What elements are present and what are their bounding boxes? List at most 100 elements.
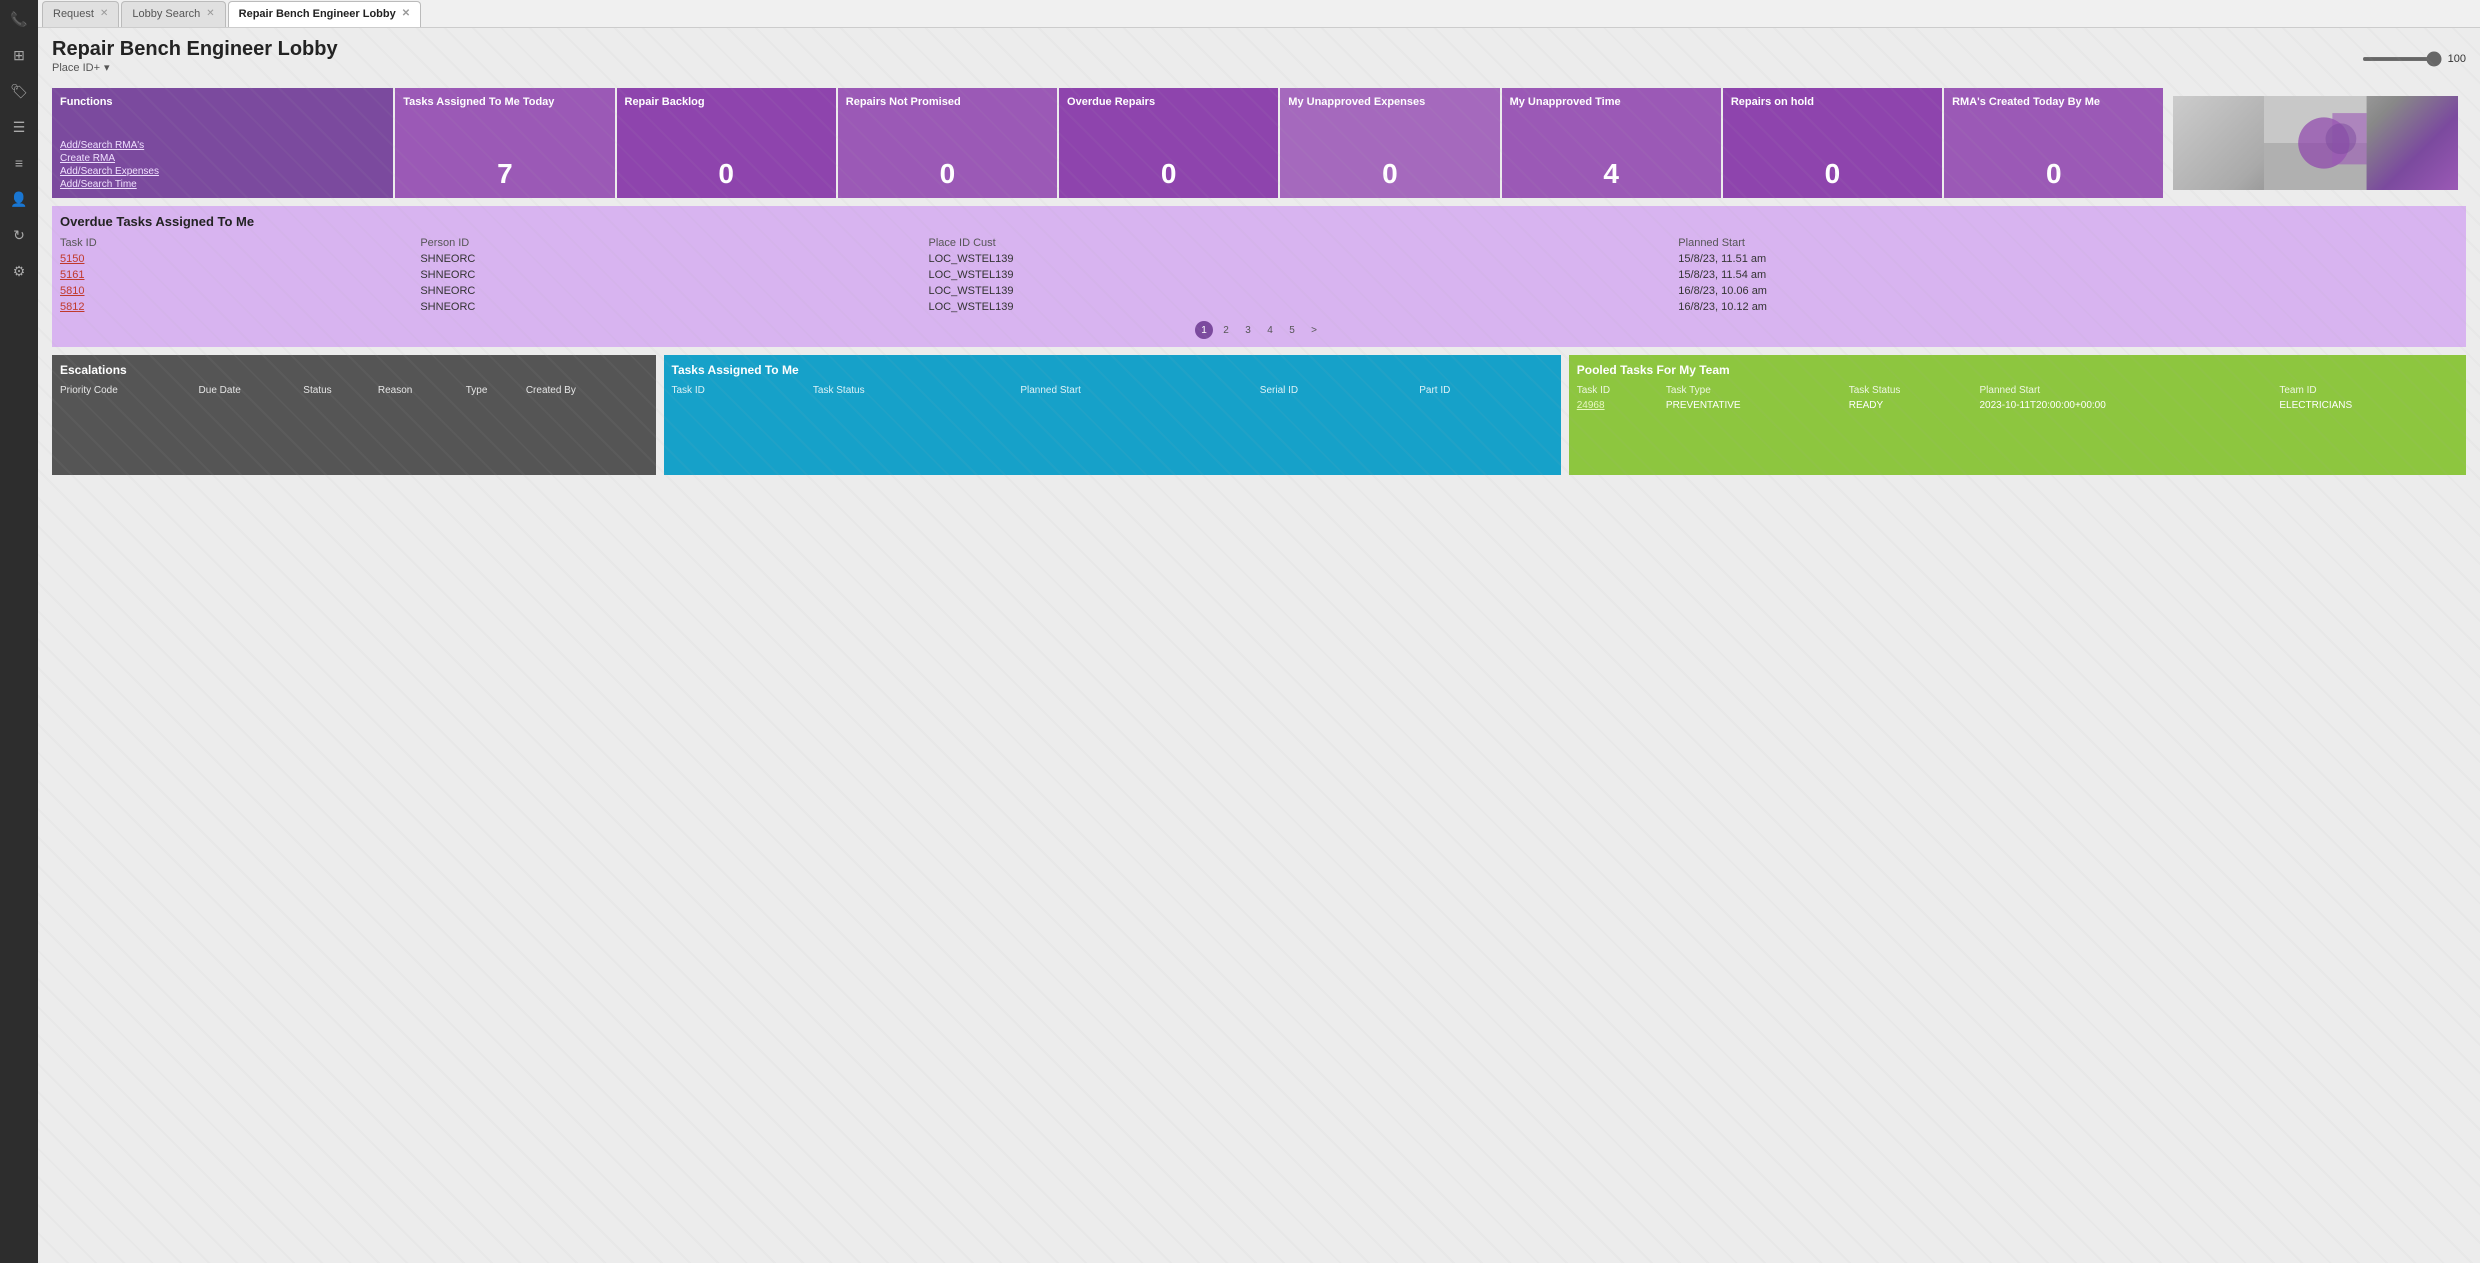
col-planned-start: Planned Start	[1678, 235, 2458, 251]
card-overdue-repairs-value: 0	[1067, 158, 1270, 190]
escalations-title: Escalations	[60, 363, 648, 377]
refresh-icon[interactable]: ↻	[8, 224, 30, 246]
card-unapproved-expenses[interactable]: My Unapproved Expenses 0	[1280, 88, 1499, 198]
place-id-cell: LOC_WSTEL139	[928, 267, 1678, 283]
card-image	[2165, 88, 2466, 198]
ta-col-status: Task Status	[813, 383, 1020, 398]
page-header: Repair Bench Engineer Lobby Place ID+ ▾ …	[52, 38, 2466, 80]
place-id-label: Place ID+	[52, 62, 100, 74]
link-add-search-time[interactable]: Add/Search Time	[60, 179, 385, 190]
page-btn-4[interactable]: 4	[1261, 321, 1279, 339]
overdue-tasks-title: Overdue Tasks Assigned To Me	[60, 214, 2458, 229]
page-title: Repair Bench Engineer Lobby Place ID+ ▾	[52, 38, 338, 80]
tab-repair-bench[interactable]: Repair Bench Engineer Lobby ✕	[228, 1, 421, 27]
zoom-slider[interactable]	[2362, 57, 2442, 61]
pooled-tasks-panel: Pooled Tasks For My Team Task ID Task Ty…	[1569, 355, 2466, 475]
card-unapproved-expenses-value: 0	[1288, 158, 1491, 190]
pt-planned-cell: 2023-10-11T20:00:00+00:00	[1980, 398, 2280, 413]
card-repairs-not-promised-value: 0	[846, 158, 1049, 190]
link-add-search-expenses[interactable]: Add/Search Expenses	[60, 166, 385, 177]
link-create-rma[interactable]: Create RMA	[60, 153, 385, 164]
page-btn-1[interactable]: 1	[1195, 321, 1213, 339]
card-rmas-created[interactable]: RMA's Created Today By Me 0	[1944, 88, 2163, 198]
pooled-tasks-title: Pooled Tasks For My Team	[1577, 363, 2458, 377]
task-id-cell[interactable]: 5150	[60, 251, 420, 267]
person-id-cell: SHNEORC	[420, 283, 928, 299]
esc-col-type: Type	[466, 383, 526, 398]
ta-col-planned: Planned Start	[1020, 383, 1259, 398]
task-id-cell[interactable]: 5161	[60, 267, 420, 283]
overdue-tasks-panel: Overdue Tasks Assigned To Me Task ID Per…	[52, 206, 2466, 347]
esc-col-reason: Reason	[378, 383, 466, 398]
card-unapproved-expenses-title: My Unapproved Expenses	[1288, 96, 1491, 109]
main-area: Request ✕ Lobby Search ✕ Repair Bench En…	[38, 0, 2480, 1263]
zoom-value: 100	[2448, 53, 2466, 65]
card-tasks-title: Tasks Assigned To Me Today	[403, 96, 606, 109]
cards-row: Functions Add/Search RMA's Create RMA Ad…	[52, 88, 2466, 198]
link-add-search-rmas[interactable]: Add/Search RMA's	[60, 140, 385, 151]
person-id-cell: SHNEORC	[420, 251, 928, 267]
tab-request-close[interactable]: ✕	[100, 9, 108, 19]
place-id-filter[interactable]: Place ID+ ▾	[52, 61, 338, 74]
pt-col-status: Task Status	[1849, 383, 1980, 398]
tab-lobby-search-label: Lobby Search	[132, 8, 200, 20]
card-functions: Functions Add/Search RMA's Create RMA Ad…	[52, 88, 393, 198]
page-btn-5[interactable]: 5	[1283, 321, 1301, 339]
planned-start-cell: 15/8/23, 11.54 am	[1678, 267, 2458, 283]
card-unapproved-time[interactable]: My Unapproved Time 4	[1502, 88, 1721, 198]
person-id-cell: SHNEORC	[420, 299, 928, 315]
place-id-cell: LOC_WSTEL139	[928, 283, 1678, 299]
grid-icon[interactable]: ⊞	[8, 44, 30, 66]
page-btn-2[interactable]: 2	[1217, 321, 1235, 339]
pt-status-cell: READY	[1849, 398, 1980, 413]
card-unapproved-time-value: 4	[1510, 158, 1713, 190]
esc-col-priority: Priority Code	[60, 383, 199, 398]
tag-icon[interactable]: 🏷	[8, 80, 30, 102]
planned-start-cell: 16/8/23, 10.12 am	[1678, 299, 2458, 315]
card-rmas-created-value: 0	[1952, 158, 2155, 190]
list-icon[interactable]: ☰	[8, 116, 30, 138]
card-overdue-repairs[interactable]: Overdue Repairs 0	[1059, 88, 1278, 198]
settings-icon[interactable]: ⚙	[8, 260, 30, 282]
menu-icon[interactable]: ≡	[8, 152, 30, 174]
place-id-cell: LOC_WSTEL139	[928, 251, 1678, 267]
zoom-control: 100	[2362, 53, 2466, 65]
ta-col-serial: Serial ID	[1260, 383, 1419, 398]
table-row: 5161 SHNEORC LOC_WSTEL139 15/8/23, 11.54…	[60, 267, 2458, 283]
card-repair-backlog-value: 0	[625, 158, 828, 190]
page-btn-next[interactable]: >	[1305, 321, 1323, 339]
col-person-id: Person ID	[420, 235, 928, 251]
tab-bar: Request ✕ Lobby Search ✕ Repair Bench En…	[38, 0, 2480, 28]
person-id-cell: SHNEORC	[420, 267, 928, 283]
tab-lobby-search[interactable]: Lobby Search ✕	[121, 1, 225, 27]
page-title-text: Repair Bench Engineer Lobby	[52, 38, 338, 61]
card-tasks-assigned[interactable]: Tasks Assigned To Me Today 7	[395, 88, 614, 198]
phone-icon[interactable]: 📞	[8, 8, 30, 30]
pt-taskid-cell[interactable]: 24968	[1577, 398, 1666, 413]
task-id-cell[interactable]: 5810	[60, 283, 420, 299]
pooled-tasks-table: Task ID Task Type Task Status Planned St…	[1577, 383, 2458, 413]
table-row: 24968 PREVENTATIVE READY 2023-10-11T20:0…	[1577, 398, 2458, 413]
page-btn-3[interactable]: 3	[1239, 321, 1257, 339]
card-repairs-not-promised[interactable]: Repairs Not Promised 0	[838, 88, 1057, 198]
task-id-cell[interactable]: 5812	[60, 299, 420, 315]
card-repair-backlog[interactable]: Repair Backlog 0	[617, 88, 836, 198]
tasks-assigned-table: Task ID Task Status Planned Start Serial…	[672, 383, 1553, 398]
card-tasks-value: 7	[403, 158, 606, 190]
bottom-row: Escalations Priority Code Due Date Statu…	[52, 355, 2466, 475]
pt-type-cell: PREVENTATIVE	[1666, 398, 1849, 413]
esc-col-status: Status	[303, 383, 378, 398]
card-repair-backlog-title: Repair Backlog	[625, 96, 828, 109]
tab-request[interactable]: Request ✕	[42, 1, 119, 27]
tab-lobby-search-close[interactable]: ✕	[206, 9, 214, 19]
pt-col-type: Task Type	[1666, 383, 1849, 398]
pt-team-cell: ELECTRICIANS	[2279, 398, 2458, 413]
tab-repair-bench-label: Repair Bench Engineer Lobby	[239, 8, 396, 20]
person-icon[interactable]: 👤	[8, 188, 30, 210]
sidebar: 📞 ⊞ 🏷 ☰ ≡ 👤 ↻ ⚙	[0, 0, 38, 1263]
tab-repair-bench-close[interactable]: ✕	[402, 9, 410, 19]
card-repairs-on-hold[interactable]: Repairs on hold 0	[1723, 88, 1942, 198]
tasks-assigned-panel: Tasks Assigned To Me Task ID Task Status…	[664, 355, 1561, 475]
planned-start-cell: 16/8/23, 10.06 am	[1678, 283, 2458, 299]
overdue-tasks-table: Task ID Person ID Place ID Cust Planned …	[60, 235, 2458, 315]
